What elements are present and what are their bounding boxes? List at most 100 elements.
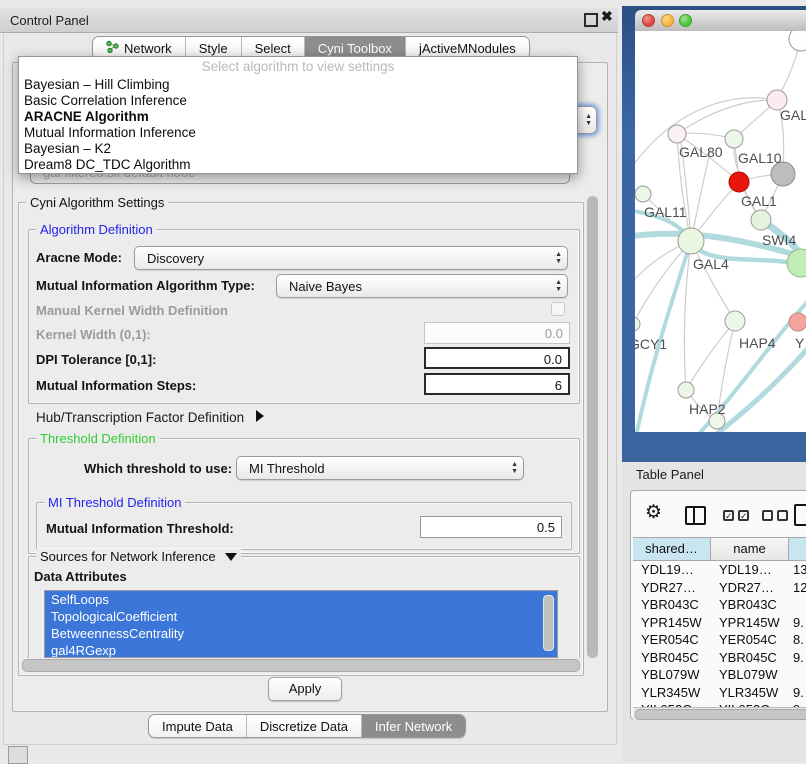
- tab-label: Impute Data: [162, 719, 233, 734]
- dpi-tolerance-field[interactable]: 0.0: [424, 347, 570, 369]
- table-cell: YER054C: [711, 631, 789, 649]
- node-label: GAL10: [738, 150, 782, 166]
- table-row[interactable]: YDL19…YDL19…13: [633, 561, 806, 579]
- network-canvas[interactable]: GALGAL80GAL10GAL1GAL11SWI4GAL4GCY1HAP4YH…: [635, 31, 806, 432]
- split-columns-icon[interactable]: [685, 506, 706, 525]
- table-cell: 9.: [789, 684, 806, 702]
- tab-label: Cyni Toolbox: [318, 41, 392, 56]
- table-cell: [789, 666, 806, 684]
- algorithm-option[interactable]: Bayesian – K2: [19, 141, 577, 157]
- table-cell: YBL079W: [633, 666, 711, 684]
- tab-label: Infer Network: [375, 719, 452, 734]
- hub-definition-toggle[interactable]: Hub/Transcription Factor Definition: [36, 410, 264, 425]
- algorithm-option[interactable]: Basic Correlation Inference: [19, 93, 577, 109]
- data-attribute-item[interactable]: BetweennessCentrality: [45, 625, 557, 642]
- mac-close-icon[interactable]: [642, 14, 655, 27]
- table-cell: YDL19…: [633, 561, 711, 579]
- algorithm-option[interactable]: ARACNE Algorithm: [19, 109, 577, 125]
- kernel-width-label: Kernel Width (0,1):: [36, 327, 151, 342]
- kernel-width-field[interactable]: 0.0: [424, 322, 570, 344]
- algorithm-option[interactable]: Bayesian – Hill Climbing: [19, 77, 577, 93]
- network-node[interactable]: [635, 186, 651, 202]
- table-row[interactable]: YPR145WYPR145W9.: [633, 614, 806, 632]
- table-row[interactable]: YBR045CYBR045C9.: [633, 649, 806, 667]
- manual-kernel-label: Manual Kernel Width Definition: [36, 303, 228, 318]
- algorithm-option[interactable]: Mutual Information Inference: [19, 125, 577, 141]
- tab-impute-data[interactable]: Impute Data: [149, 715, 247, 737]
- table-row[interactable]: YBR043CYBR043C: [633, 596, 806, 614]
- data-attribute-item[interactable]: gal4RGexp: [45, 642, 557, 658]
- sources-group-toggle[interactable]: Sources for Network Inference: [36, 549, 241, 564]
- table-cell: YLR345W: [633, 684, 711, 702]
- minimized-panel-icon[interactable]: [8, 746, 28, 764]
- table-cell: YPR145W: [633, 614, 711, 632]
- tab-label: Discretize Data: [260, 719, 348, 734]
- network-view-panel: GALGAL80GAL10GAL1GAL11SWI4GAL4GCY1HAP4YH…: [622, 0, 806, 462]
- column-header-extra[interactable]: [789, 537, 806, 561]
- algorithm-option[interactable]: Dream8 DC_TDC Algorithm: [19, 157, 577, 173]
- network-window-titlebar[interactable]: [635, 10, 806, 32]
- table-row[interactable]: YBL079WYBL079W: [633, 666, 806, 684]
- node-label: GAL80: [679, 144, 723, 160]
- algorithm-dropdown-popup: Select algorithm to view settingsBayesia…: [18, 56, 578, 174]
- aracne-mode-combo[interactable]: Discovery ▲▼: [134, 246, 568, 270]
- table-cell: YBR043C: [711, 596, 789, 614]
- network-node[interactable]: [751, 210, 771, 230]
- tab-label: jActiveMNodules: [419, 41, 516, 56]
- apply-button[interactable]: Apply: [268, 677, 342, 701]
- popup-placeholder: Select algorithm to view settings: [19, 57, 577, 77]
- select-all-icon[interactable]: ✓: [723, 510, 734, 521]
- node-label: GAL1: [741, 193, 777, 209]
- network-node[interactable]: [725, 130, 743, 148]
- network-node[interactable]: [678, 228, 704, 254]
- network-node[interactable]: [729, 172, 749, 192]
- float-window-icon[interactable]: [584, 13, 598, 27]
- table-cell: YLR345W: [711, 684, 789, 702]
- settings-horizontal-scrollbar[interactable]: [20, 658, 582, 672]
- close-icon[interactable]: ✖: [601, 8, 613, 25]
- network-node[interactable]: [725, 311, 745, 331]
- data-attribute-item[interactable]: TopologicalCoefficient: [45, 608, 557, 625]
- mi-threshold-label: Mutual Information Threshold:: [46, 521, 234, 536]
- network-node[interactable]: [678, 382, 694, 398]
- which-threshold-combo[interactable]: MI Threshold ▲▼: [236, 456, 524, 480]
- mac-minimize-icon[interactable]: [661, 14, 674, 27]
- node-label: GAL11: [644, 204, 687, 220]
- settings-vertical-scrollbar[interactable]: [587, 196, 598, 658]
- chevron-right-icon: [256, 410, 264, 422]
- algorithm-definition-title: Algorithm Definition: [36, 222, 157, 237]
- mac-zoom-icon[interactable]: [679, 14, 692, 27]
- node-label: SWI4: [762, 232, 796, 248]
- column-header-name[interactable]: name: [711, 537, 789, 561]
- deselect-all-icon[interactable]: [777, 510, 788, 521]
- list-scrollbar[interactable]: [543, 595, 554, 651]
- tab-infer-network[interactable]: Infer Network: [362, 715, 465, 737]
- mi-algorithm-type-combo[interactable]: Naive Bayes ▲▼: [276, 274, 568, 298]
- gear-icon[interactable]: ⚙: [645, 501, 662, 524]
- column-header-shared…[interactable]: shared…: [633, 537, 711, 561]
- manual-kernel-checkbox[interactable]: [551, 302, 565, 316]
- table-row[interactable]: YDR27…YDR27…12: [633, 579, 806, 597]
- table-cell: YDR27…: [633, 579, 711, 597]
- data-attributes-list[interactable]: SelfLoopsTopologicalCoefficientBetweenne…: [44, 590, 558, 658]
- tab-discretize-data[interactable]: Discretize Data: [247, 715, 362, 737]
- document-icon[interactable]: [794, 504, 806, 526]
- node-label: GAL: [780, 107, 806, 123]
- data-attribute-item[interactable]: SelfLoops: [45, 591, 557, 608]
- select-all-icon[interactable]: ✓: [738, 510, 749, 521]
- table-cell: 13: [789, 561, 806, 579]
- table-horizontal-scrollbar[interactable]: [633, 707, 806, 721]
- deselect-all-icon[interactable]: [762, 510, 773, 521]
- table-row[interactable]: YER054CYER054C8.: [633, 631, 806, 649]
- table-row[interactable]: YLR345WYLR345W9.: [633, 684, 806, 702]
- table-cell: 12: [789, 579, 806, 597]
- network-node[interactable]: [789, 313, 806, 331]
- table-cell: YBR045C: [711, 649, 789, 667]
- mi-steps-field[interactable]: 6: [424, 373, 570, 395]
- table-cell: 8.: [789, 631, 806, 649]
- network-node[interactable]: [668, 125, 686, 143]
- control-panel-title: Control Panel: [0, 13, 89, 28]
- table-cell: YPR145W: [711, 614, 789, 632]
- mi-threshold-field[interactable]: 0.5: [420, 516, 562, 538]
- node-label: HAP4: [739, 335, 776, 351]
